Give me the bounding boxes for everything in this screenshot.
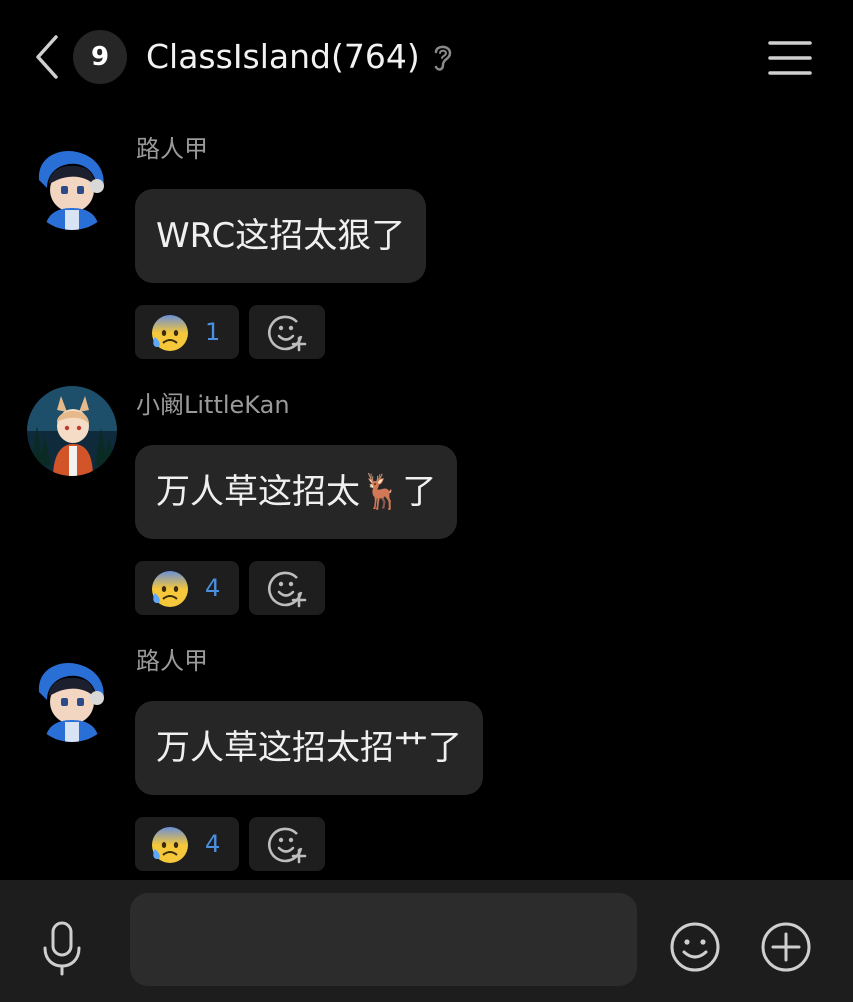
user-avatar[interactable]: [27, 140, 117, 230]
add-reaction-button[interactable]: [249, 817, 325, 871]
reaction-chip[interactable]: 4: [135, 817, 239, 871]
message-item: 路人甲 WRC这招太狠了 1: [0, 130, 853, 365]
chat-screen: 9 ClassIsland(764) 路人甲 WRC这招太狠了 1 小阚Litt…: [0, 0, 853, 1002]
chat-title[interactable]: ClassIsland(764): [146, 35, 420, 79]
message-item: 路人甲 万人草这招太招艹了 4: [0, 642, 853, 877]
add-reaction-icon: [268, 571, 307, 608]
smiley-face-icon[interactable]: [668, 920, 722, 974]
unread-count-badge[interactable]: 9: [73, 30, 127, 84]
message-bubble[interactable]: 万人草这招太招艹了: [135, 701, 483, 795]
message-bubble[interactable]: WRC这招太狠了: [135, 189, 427, 283]
sender-name[interactable]: 小阚LittleKan: [136, 390, 290, 420]
anxious-face-with-sweat-icon: [152, 571, 188, 607]
user-avatar[interactable]: [27, 386, 117, 476]
reaction-chip[interactable]: 1: [135, 305, 239, 359]
message-bubble[interactable]: 万人草这招太🦌了: [135, 445, 458, 539]
microphone-icon[interactable]: [40, 920, 84, 976]
chevron-left-icon[interactable]: [30, 33, 64, 81]
plus-circle-icon[interactable]: [759, 920, 813, 974]
reaction-count: 1: [205, 318, 221, 346]
user-avatar[interactable]: [27, 652, 117, 742]
message-item: 小阚LittleKan 万人草这招太🦌了 4: [0, 386, 853, 621]
reaction-count: 4: [205, 830, 221, 858]
sender-name[interactable]: 路人甲: [136, 134, 208, 164]
message-input[interactable]: [130, 893, 637, 986]
add-reaction-button[interactable]: [249, 305, 325, 359]
ear-icon[interactable]: [428, 40, 458, 74]
add-reaction-icon: [268, 827, 307, 864]
hamburger-menu-icon[interactable]: [768, 38, 812, 78]
anxious-face-with-sweat-icon: [152, 315, 188, 351]
add-reaction-button[interactable]: [249, 561, 325, 615]
reaction-chip[interactable]: 4: [135, 561, 239, 615]
add-reaction-icon: [268, 315, 307, 352]
reaction-count: 4: [205, 574, 221, 602]
chat-header: 9 ClassIsland(764): [0, 0, 853, 115]
anxious-face-with-sweat-icon: [152, 827, 188, 863]
sender-name[interactable]: 路人甲: [136, 646, 208, 676]
